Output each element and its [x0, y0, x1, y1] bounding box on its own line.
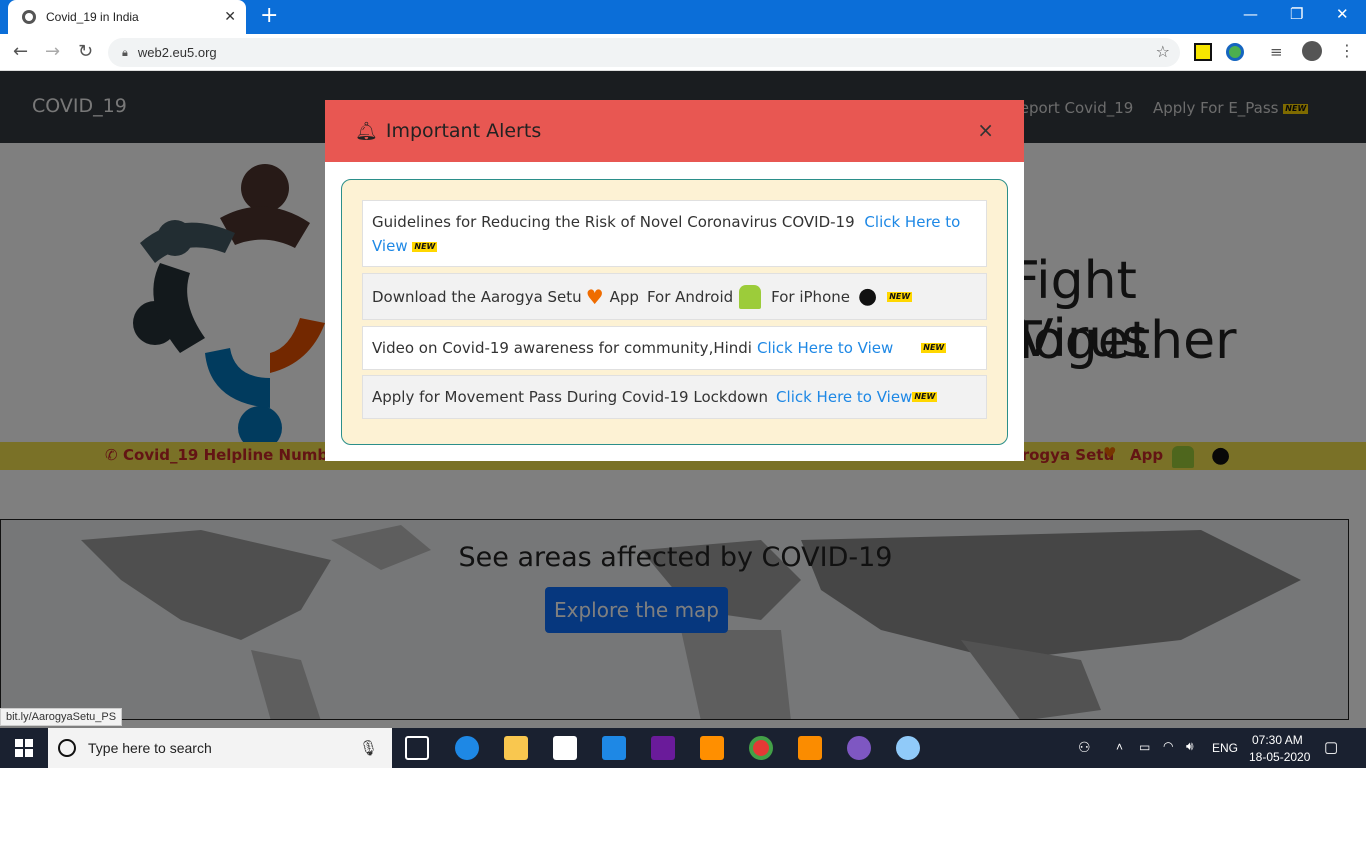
- screen: Covid_19 in India ✕ + — ❐ ✕ ← → ↻ 🔒︎ web…: [0, 0, 1366, 768]
- clock-time[interactable]: 07:30 AM: [1252, 733, 1303, 747]
- volume-icon[interactable]: 🔊︎: [1186, 739, 1194, 754]
- alert-android-label[interactable]: For Android: [647, 288, 733, 306]
- browser-titlebar: Covid_19 in India ✕ + — ❐ ✕: [0, 0, 1366, 34]
- apple-icon[interactable]: ●: [858, 284, 877, 309]
- browser-tab[interactable]: Covid_19 in India ✕: [8, 0, 246, 34]
- menu-kebab-icon[interactable]: ⋮: [1339, 41, 1355, 60]
- alert-link[interactable]: Click Here to View: [757, 339, 893, 357]
- modal-close-button[interactable]: ×: [977, 118, 994, 142]
- new-badge: NEW: [912, 392, 938, 402]
- extension-globe-icon[interactable]: [1226, 43, 1244, 61]
- github-desktop-icon[interactable]: [847, 736, 871, 760]
- windows-start-icon[interactable]: [15, 739, 33, 757]
- microphone-icon[interactable]: 🎙︎: [359, 739, 378, 757]
- alert-app-label[interactable]: App: [610, 288, 639, 306]
- edge-icon[interactable]: [455, 736, 479, 760]
- mail-icon[interactable]: [602, 736, 626, 760]
- sublime-text-icon[interactable]: [700, 736, 724, 760]
- minimize-icon[interactable]: —: [1243, 5, 1258, 23]
- modal-header: 🔔︎ Important Alerts ×: [325, 100, 1024, 162]
- back-arrow-icon[interactable]: ←: [13, 41, 28, 62]
- heart-icon: ♥: [585, 284, 604, 309]
- chevron-up-icon[interactable]: ˄: [1116, 740, 1123, 754]
- url-text: web2.eu5.org: [137, 45, 217, 60]
- pdf-icon[interactable]: [651, 736, 675, 760]
- new-badge: NEW: [921, 343, 947, 353]
- file-explorer-icon[interactable]: [504, 736, 528, 760]
- alerts-list: Guidelines for Reducing the Risk of Nove…: [341, 179, 1008, 445]
- media-queue-icon[interactable]: ≡: [1270, 43, 1283, 61]
- new-badge: NEW: [887, 291, 913, 302]
- alerts-modal: 🔔︎ Important Alerts × Guidelines for Red…: [325, 100, 1024, 461]
- alert-iphone-label[interactable]: For iPhone: [771, 288, 850, 306]
- taskbar-search-placeholder: Type here to search: [88, 740, 212, 756]
- lock-icon: 🔒︎: [122, 45, 128, 59]
- profile-avatar-icon[interactable]: [1302, 41, 1322, 61]
- clock-date[interactable]: 18-05-2020: [1249, 750, 1310, 764]
- restore-icon[interactable]: ❐: [1290, 5, 1303, 23]
- alert-item-movement-pass: Apply for Movement Pass During Covid-19 …: [362, 375, 987, 419]
- alert-link[interactable]: Click Here to View: [776, 388, 912, 406]
- task-view-icon[interactable]: [405, 736, 429, 760]
- cortana-circle-icon: [58, 739, 76, 757]
- tab-close-icon[interactable]: ✕: [224, 9, 236, 25]
- wifi-icon[interactable]: ◠: [1163, 739, 1173, 753]
- alert-text: Video on Covid-19 awareness for communit…: [372, 339, 752, 357]
- new-tab-plus-icon[interactable]: +: [260, 4, 278, 28]
- alert-item-guidelines: Guidelines for Reducing the Risk of Nove…: [362, 200, 987, 267]
- bookmark-star-icon[interactable]: ☆: [1156, 42, 1170, 61]
- taskbar-search[interactable]: Type here to search 🎙︎: [48, 728, 392, 768]
- alert-text: Download the Aarogya Setu: [372, 287, 582, 306]
- paint-icon[interactable]: [896, 736, 920, 760]
- store-icon[interactable]: [553, 736, 577, 760]
- status-bar-url: bit.ly/AarogyaSetu_PS: [0, 708, 123, 726]
- tab-title: Covid_19 in India: [46, 10, 139, 24]
- web-page: COVID_19 Report Covid_19 Apply For E_Pas…: [0, 71, 1366, 728]
- bell-icon: 🔔︎: [355, 120, 378, 142]
- android-icon[interactable]: [739, 284, 762, 309]
- new-badge: NEW: [412, 241, 438, 252]
- alert-item-video: Video on Covid-19 awareness for communit…: [362, 326, 987, 370]
- xampp-icon[interactable]: [798, 736, 822, 760]
- reload-icon[interactable]: ↻: [78, 41, 93, 62]
- windows-taskbar: Type here to search 🎙︎ ⚇ ˄ ▭ ◠ 🔊︎ ENG 07…: [0, 728, 1366, 768]
- address-bar[interactable]: 🔒︎ web2.eu5.org ☆: [108, 38, 1180, 67]
- forward-arrow-icon[interactable]: →: [45, 41, 60, 62]
- extension-n-icon[interactable]: [1194, 43, 1212, 61]
- close-window-icon[interactable]: ✕: [1336, 5, 1349, 23]
- alert-text: Apply for Movement Pass During Covid-19 …: [372, 388, 769, 406]
- globe-icon: [22, 10, 36, 24]
- alert-item-aarogya-setu: Download the Aarogya Setu ♥ App For Andr…: [362, 273, 987, 320]
- modal-title: Important Alerts: [385, 120, 542, 142]
- people-icon[interactable]: ⚇: [1078, 739, 1091, 756]
- language-indicator[interactable]: ENG: [1212, 741, 1238, 755]
- browser-toolbar: ← → ↻ 🔒︎ web2.eu5.org ☆ ≡ ⋮: [0, 34, 1366, 71]
- alert-text: Guidelines for Reducing the Risk of Nove…: [372, 213, 855, 231]
- notifications-icon[interactable]: ▢: [1324, 738, 1338, 756]
- battery-icon[interactable]: ▭: [1139, 740, 1150, 754]
- chrome-icon[interactable]: [749, 736, 773, 760]
